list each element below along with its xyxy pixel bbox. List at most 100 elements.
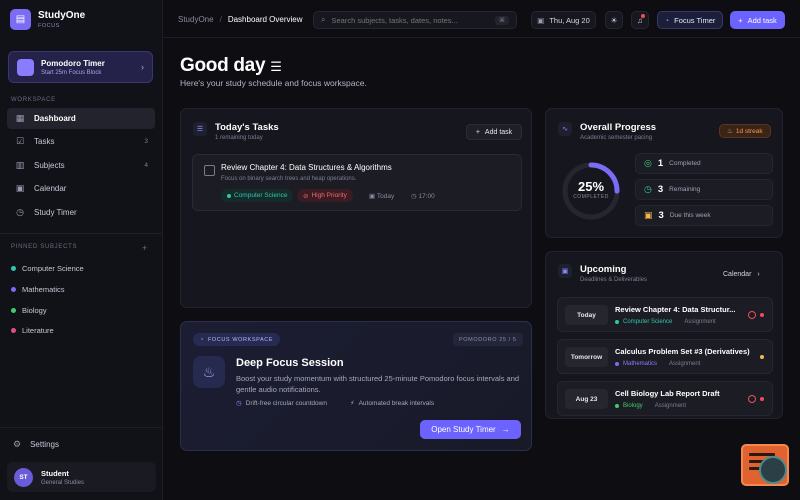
theme-toggle-button[interactable]: ☀	[605, 11, 623, 29]
pinned-subject-label: Computer Science	[22, 264, 84, 273]
pinned-subject-label: Biology	[22, 306, 47, 315]
task-description: Focus on binary search trees and heap op…	[221, 176, 357, 182]
sidebar-item-tasks[interactable]: ☑ Tasks 3	[7, 131, 155, 152]
tasks-card-subtitle: 1 remaining today	[215, 135, 263, 141]
upcoming-title: Calculus Problem Set #3 (Derivatives)	[615, 347, 750, 356]
settings-link[interactable]: ⚙ Settings	[13, 439, 59, 450]
settings-label: Settings	[30, 440, 59, 449]
upcoming-date: Tomorrow	[565, 347, 608, 367]
search-box[interactable]: ⌕ ⌘	[313, 11, 517, 29]
sidebar-item-label: Tasks	[34, 137, 55, 146]
sidebar-item-subjects[interactable]: ▥ Subjects 4	[7, 155, 155, 176]
priority-label: High Priority	[311, 192, 347, 199]
user-subtitle: General Studies	[41, 479, 85, 486]
logo-icon: ▤	[10, 9, 31, 30]
calendar-icon: ▣	[537, 15, 545, 25]
upcoming-date: Aug 23	[565, 389, 608, 409]
calendar-icon: ▣	[369, 193, 376, 200]
upcoming-date: Today	[565, 305, 608, 325]
sidebar-item-dashboard[interactable]: ▦ Dashboard	[7, 108, 155, 129]
clock-icon: ◷	[411, 193, 417, 200]
date-display[interactable]: ▣ Thu, Aug 20	[531, 11, 596, 29]
priority-chip: ⊘ High Priority	[297, 189, 353, 202]
subject-color-dot	[11, 328, 16, 333]
tasks-add-task-button[interactable]: + Add task	[466, 124, 522, 140]
calendar-link[interactable]: Calendar ›	[723, 271, 760, 278]
open-study-timer-button[interactable]: Open Study Timer →	[420, 420, 521, 439]
task-time: ◷ 17:00	[411, 193, 435, 200]
overdue-alert-icon	[748, 395, 756, 403]
timer-icon: ◷	[16, 207, 24, 217]
sparkle-icon: ◔	[200, 336, 204, 343]
pomodoro-icon	[17, 58, 34, 76]
floating-assistant-button[interactable]	[759, 456, 787, 484]
pinned-subject-biology[interactable]: Biology	[11, 306, 47, 315]
focus-workspace-card: ◔ FOCUS WORKSPACE POMODORO 25 / 5 ♨ Deep …	[180, 321, 532, 451]
stat-completed: ◎ 1 Completed	[635, 153, 773, 174]
calendar-link-label: Calendar	[723, 271, 752, 278]
stat-remaining: ◷ 3 Remaining	[635, 179, 773, 200]
sidebar-item-study-timer[interactable]: ◷ Study Timer	[7, 202, 155, 223]
upcoming-card: ▣ Upcoming Deadlines & Deliverables Cale…	[545, 251, 783, 419]
pinned-subjects-label: PINNED SUBJECTS	[11, 244, 78, 250]
grid-icon: ▦	[15, 113, 25, 123]
plus-icon: +	[475, 128, 480, 136]
flame-icon: ♨	[193, 356, 225, 388]
calendar-icon: ▣	[15, 183, 25, 193]
upcoming-meta: Mathematics Assignment	[615, 361, 700, 367]
page-subtitle: Here's your study schedule and focus wor…	[180, 78, 367, 88]
checklist-icon: ☰	[193, 122, 207, 136]
clock-icon: ◷	[644, 184, 652, 194]
pinned-subject-mathematics[interactable]: Mathematics	[11, 285, 65, 294]
flame-icon: ◔	[664, 15, 670, 25]
overdue-alert-icon	[748, 311, 756, 319]
notification-badge	[641, 14, 645, 18]
priority-dot	[760, 397, 764, 401]
pinned-subject-label: Mathematics	[22, 285, 65, 294]
pomodoro-timer-card[interactable]: Pomodoro Timer Start 25m Focus Block ›	[8, 51, 153, 83]
avatar: ST	[14, 467, 33, 487]
priority-dot	[760, 355, 764, 359]
progress-card-subtitle: Academic semester pacing	[580, 135, 653, 141]
brand-tagline: FOCUS	[38, 22, 60, 29]
date-label: Thu, Aug 20	[549, 15, 590, 25]
upcoming-item[interactable]: Aug 23 Cell Biology Lab Report Draft Bio…	[557, 381, 773, 416]
streak-badge: ♨ 1d streak	[719, 124, 771, 138]
subject-color-dot	[11, 308, 16, 313]
list-icon: ☰	[270, 59, 282, 74]
user-name: Student	[41, 468, 69, 478]
pomodoro-subtitle: Start 25m Focus Block	[41, 69, 102, 76]
notifications-button[interactable]: ♫	[631, 11, 649, 29]
pinned-subject-literature[interactable]: Literature	[11, 326, 54, 335]
upcoming-card-title: Upcoming	[580, 264, 627, 275]
chevron-right-icon: ›	[141, 62, 144, 72]
focus-timer-button[interactable]: ◔ Focus Timer	[657, 11, 723, 29]
upcoming-item[interactable]: Tomorrow Calculus Problem Set #3 (Deriva…	[557, 339, 773, 374]
upcoming-title: Cell Biology Lab Report Draft	[615, 389, 720, 398]
sidebar-item-calendar[interactable]: ▣ Calendar	[7, 178, 155, 199]
subject-chip[interactable]: Computer Science	[221, 189, 294, 202]
add-pinned-subject-icon[interactable]: +	[142, 243, 147, 253]
sidebar-item-label: Calendar	[34, 184, 67, 193]
stat-due-this-week: ▣ 3 Due this week	[635, 205, 773, 226]
brand[interactable]: ▤ StudyOne FOCUS	[10, 9, 85, 30]
add-task-label: Add task	[484, 128, 513, 136]
calendar-icon: ▣	[644, 210, 653, 220]
workspace-label: WORKSPACE	[11, 97, 56, 103]
feature-breaks: ⚡ Automated break intervals	[350, 399, 435, 408]
pomodoro-title: Pomodoro Timer	[41, 58, 105, 68]
upcoming-item[interactable]: Today Review Chapter 4: Data Structur...…	[557, 297, 773, 332]
user-profile[interactable]: ST Student General Studies	[7, 462, 156, 492]
pomodoro-interval-badge: POMODORO 25 / 5	[453, 333, 523, 346]
plus-icon: +	[738, 15, 743, 25]
breadcrumb-root[interactable]: StudyOne	[178, 15, 214, 24]
tasks-card-title: Today's Tasks	[215, 122, 279, 133]
add-task-button[interactable]: + Add task	[730, 11, 785, 29]
task-item[interactable]: Review Chapter 4: Data Structures & Algo…	[192, 154, 522, 211]
task-checkbox[interactable]	[204, 165, 215, 176]
focus-timer-label: Focus Timer	[674, 15, 716, 25]
clock-icon: ◷	[236, 400, 242, 407]
upcoming-meta: Biology Assignment	[615, 403, 686, 409]
pinned-subject-computer-science[interactable]: Computer Science	[11, 264, 84, 273]
search-input[interactable]	[331, 15, 489, 25]
